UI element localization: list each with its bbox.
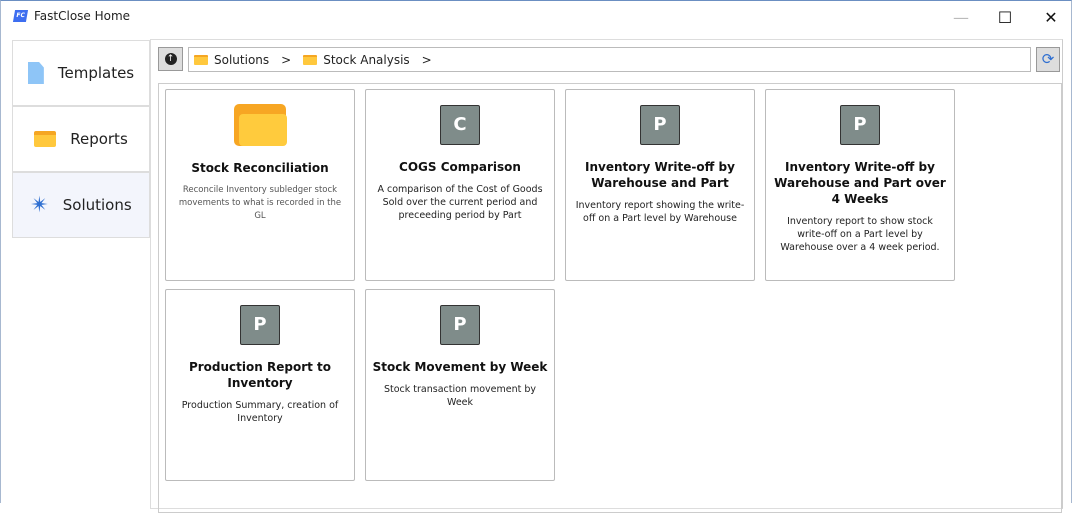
card-title: COGS Comparison: [399, 160, 521, 174]
sidebar-item-solutions[interactable]: ✴ Solutions: [12, 172, 150, 238]
card-grid: Stock Reconciliation Reconcile Inventory …: [158, 83, 1062, 513]
solution-card[interactable]: P Inventory Write-off by Warehouse and Pa…: [565, 89, 755, 281]
folder-icon: [194, 54, 208, 65]
card-description: Reconcile Inventory subledger stock move…: [178, 185, 342, 221]
sidebar-item-reports[interactable]: Reports: [12, 106, 150, 172]
card-title: Stock Movement by Week: [372, 360, 548, 374]
sidebar-item-label: Reports: [70, 130, 128, 148]
report-badge-icon: P: [240, 305, 280, 345]
sidebar-item-label: Templates: [57, 64, 135, 82]
card-title: Inventory Write-off by Warehouse and Par…: [585, 160, 735, 190]
compass-star-icon: ✴: [30, 192, 49, 218]
breadcrumb-separator: >: [281, 52, 292, 67]
breadcrumb-item[interactable]: Stock Analysis: [323, 53, 409, 67]
sidebar-item-templates[interactable]: Templates: [12, 40, 150, 106]
maximize-button[interactable]: ☐: [985, 5, 1025, 31]
card-description: Production Summary, creation of Inventor…: [181, 400, 339, 424]
card-description: Stock transaction movement by Week: [383, 384, 537, 408]
report-badge-icon: P: [640, 105, 680, 145]
folder-icon: [303, 54, 318, 65]
report-badge-icon: P: [440, 305, 480, 345]
app-logo-icon: FC: [12, 10, 29, 22]
solution-card[interactable]: P Stock Movement by Week Stock transaction…: [365, 289, 555, 481]
folder-icon: [34, 131, 57, 147]
report-badge-icon: P: [840, 105, 880, 145]
main-panel: ↑ Solutions > Stock Analysis > ⟳ Stock R…: [150, 39, 1063, 513]
solution-card[interactable]: P Production Report to Inventory Productio…: [165, 289, 355, 481]
card-title: Production Report to Inventory: [188, 360, 332, 390]
breadcrumb-item[interactable]: Solutions: [214, 53, 269, 67]
minimize-button[interactable]: —: [941, 5, 981, 31]
up-button[interactable]: ↑: [158, 47, 183, 71]
document-icon: [27, 62, 44, 84]
folder-icon: [234, 104, 287, 146]
refresh-button[interactable]: ⟳: [1036, 47, 1060, 72]
refresh-icon: ⟳: [1041, 50, 1055, 68]
arrow-up-icon: ↑: [164, 53, 177, 65]
breadcrumb: Solutions > Stock Analysis >: [188, 47, 1031, 72]
window-title: FastClose Home: [34, 9, 131, 23]
solution-card[interactable]: P Inventory Write-off by Warehouse and Pa…: [765, 89, 955, 281]
close-button[interactable]: ✕: [1031, 5, 1071, 31]
breadcrumb-separator: >: [421, 52, 432, 67]
card-title: Inventory Write-off by Warehouse and Par…: [774, 160, 946, 206]
card-description: A comparison of the Cost of Goods Sold o…: [377, 184, 543, 221]
report-badge-icon: C: [440, 105, 480, 145]
sidebar: Templates Reports ✴ Solutions: [12, 40, 150, 238]
title-bar: FC FastClose Home — ☐ ✕: [1, 1, 1072, 35]
solution-card[interactable]: C COGS Comparison A comparison of the Cost…: [365, 89, 555, 281]
card-description: Inventory report showing the write-off o…: [575, 200, 745, 224]
solution-card[interactable]: Stock Reconciliation Reconcile Inventory …: [165, 89, 355, 281]
card-description: Inventory report to show stock write-off…: [780, 216, 940, 253]
card-title: Stock Reconciliation: [191, 161, 329, 175]
sidebar-item-label: Solutions: [62, 196, 132, 214]
